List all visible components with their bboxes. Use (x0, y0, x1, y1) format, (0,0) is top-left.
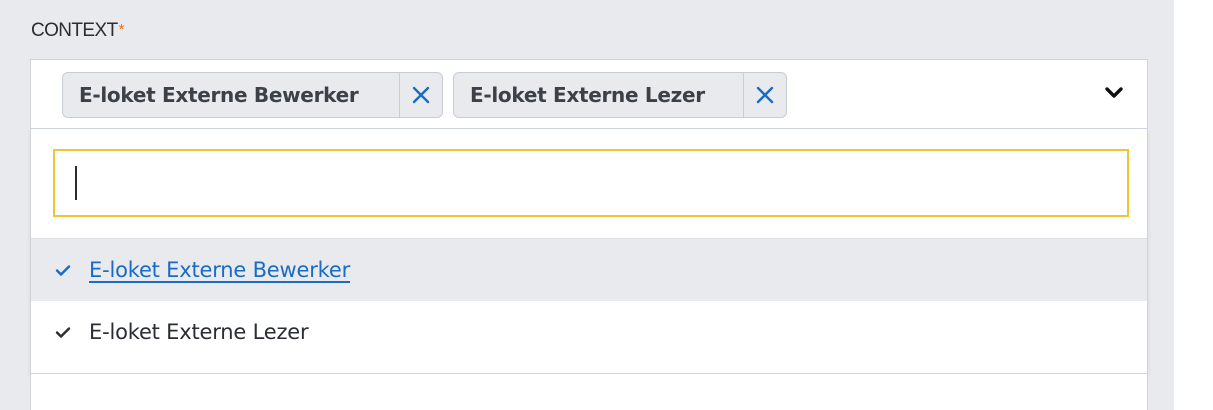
field-label-text: CONTEXT (31, 20, 118, 41)
close-icon (756, 86, 774, 104)
selected-tag-label: E-loket Externe Lezer (470, 83, 705, 107)
text-cursor (75, 166, 77, 200)
options-dropdown: E-loket Externe Bewerker E-loket Externe… (30, 129, 1148, 374)
search-input[interactable] (53, 149, 1129, 217)
next-field-container (30, 374, 1148, 410)
field-label: CONTEXT * (31, 20, 124, 42)
context-multiselect[interactable]: E-loket Externe Bewerker E-loket Externe… (30, 59, 1148, 129)
form-panel: CONTEXT * E-loket Externe Bewerker E-lok… (0, 0, 1174, 410)
option-label: E-loket Externe Bewerker (89, 258, 351, 282)
option-item[interactable]: E-loket Externe Bewerker (31, 239, 1147, 301)
search-area (31, 129, 1147, 239)
selected-tag: E-loket Externe Lezer (453, 72, 787, 118)
selected-tag-label: E-loket Externe Bewerker (79, 83, 359, 107)
selected-tag: E-loket Externe Bewerker (62, 72, 443, 118)
chevron-down-icon (1105, 87, 1123, 98)
dropdown-toggle-button[interactable] (1103, 84, 1125, 102)
close-icon (412, 86, 430, 104)
check-icon (55, 263, 71, 277)
tag-remove-button[interactable] (399, 73, 442, 117)
required-mark: * (118, 21, 125, 38)
option-item[interactable]: E-loket Externe Lezer (31, 301, 1147, 363)
check-icon (55, 325, 71, 339)
option-label: E-loket Externe Lezer (89, 320, 309, 344)
tag-remove-button[interactable] (743, 73, 786, 117)
